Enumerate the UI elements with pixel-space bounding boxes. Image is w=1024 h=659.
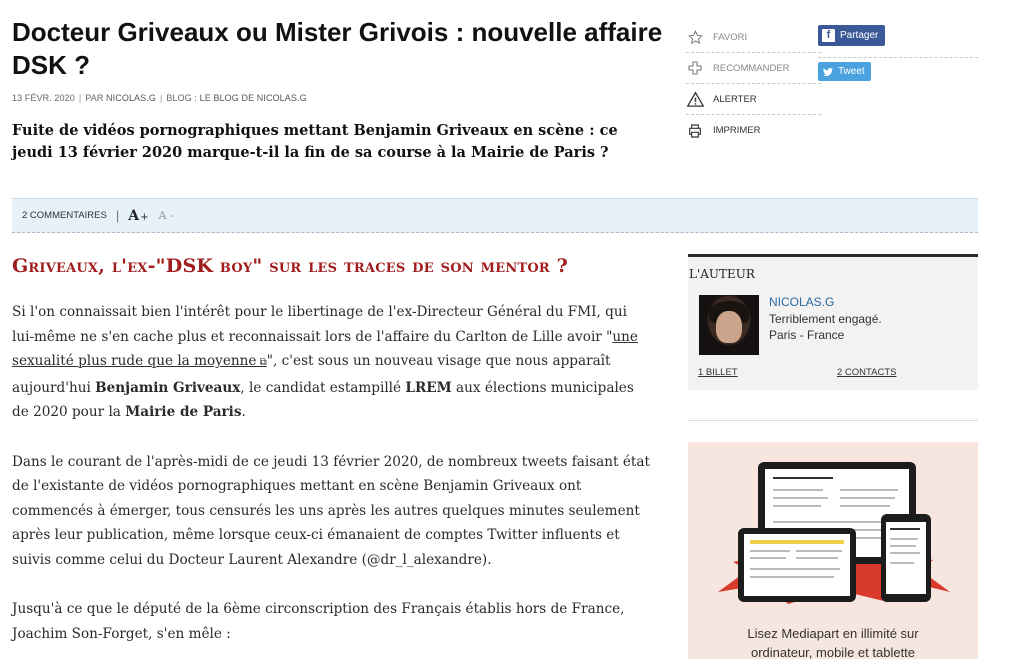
font-increase-button[interactable]: A+ xyxy=(128,208,148,224)
sidebar-divider xyxy=(688,420,978,421)
social-buttons: f Partager Tweet xyxy=(818,24,978,92)
article-title: Docteur Griveaux ou Mister Grivois : nou… xyxy=(12,17,663,80)
twitter-bird-icon xyxy=(823,67,833,76)
star-icon xyxy=(686,28,704,46)
article-date: 13 FÉVR. 2020 xyxy=(12,93,75,103)
recommander-label: RECOMMANDER xyxy=(713,62,790,74)
contacts-link[interactable]: 2 CONTACTS xyxy=(837,367,896,378)
imprimer-label: IMPRIMER xyxy=(713,125,761,136)
bar-separator: | xyxy=(115,208,120,223)
paragraph-1: Si l'on connaissait bien l'intérêt pour … xyxy=(12,304,638,420)
recommander-button[interactable]: RECOMMANDER xyxy=(686,53,821,84)
twitter-row: Tweet xyxy=(818,58,978,92)
alerter-button[interactable]: ALERTER xyxy=(686,84,821,115)
font-decrease-button[interactable]: A - xyxy=(158,209,173,222)
author-name-link[interactable]: NICOLAS.G xyxy=(769,295,834,309)
comments-link[interactable]: 2 COMMENTAIRES xyxy=(22,210,107,221)
favori-label: FAVORI xyxy=(713,31,748,43)
author-tagline: Terriblement engagé. xyxy=(769,312,882,326)
article-lede: Fuite de vidéos pornographiques mettant … xyxy=(12,122,618,161)
tablet-illustration xyxy=(738,528,856,602)
facebook-icon: f xyxy=(822,29,835,42)
article-page: Docteur Griveaux ou Mister Grivois : nou… xyxy=(0,0,1024,659)
author-link[interactable]: NICOLAS.G xyxy=(106,93,156,103)
printer-icon xyxy=(686,122,704,140)
author-box: L'AUTEUR NICOLAS.G Terriblement engagé. … xyxy=(688,254,978,390)
article-body: Si l'on connaissait bien l'intérêt pour … xyxy=(12,300,652,646)
warning-icon xyxy=(686,90,704,108)
author-location: Paris - France xyxy=(769,328,845,342)
author-box-heading: L'AUTEUR xyxy=(689,267,755,281)
paragraph-2: Dans le courant de l'après-midi de ce je… xyxy=(12,453,650,568)
article-meta: 13 FÉVR. 2020 | PAR NICOLAS.G | BLOG : LE BL… xyxy=(12,93,307,103)
avatar[interactable] xyxy=(699,295,759,355)
alerter-label: ALERTER xyxy=(713,93,757,105)
facebook-row: f Partager xyxy=(818,24,978,58)
facebook-share-button[interactable]: f Partager xyxy=(818,25,886,46)
phone-illustration xyxy=(881,514,931,602)
article-actions: FAVORI RECOMMANDER ALERTER IMPRIMER xyxy=(686,22,821,146)
tweet-button[interactable]: Tweet xyxy=(818,62,871,81)
article-subheading: Griveaux, l'ex-"DSK boy" sur les traces … xyxy=(12,255,569,277)
by-prefix: PAR xyxy=(85,93,104,103)
facebook-label: Partager xyxy=(840,30,879,41)
tweet-label: Tweet xyxy=(838,66,865,77)
mediapart-promo[interactable]: Lisez Mediapart en illimité sur ordinate… xyxy=(688,442,978,659)
external-link-icon: ⧉ xyxy=(256,357,267,368)
billets-link[interactable]: 1 BILLET xyxy=(698,367,738,378)
paragraph-3: Jusqu'à ce que le député de la 6ème circ… xyxy=(12,601,625,642)
blog-link[interactable]: LE BLOG DE NICOLAS.G xyxy=(200,93,307,103)
promo-text: Lisez Mediapart en illimité sur ordinate… xyxy=(747,626,919,659)
favori-button[interactable]: FAVORI xyxy=(686,22,821,53)
blog-prefix: BLOG : xyxy=(166,93,198,103)
imprimer-button[interactable]: IMPRIMER xyxy=(686,115,821,146)
comments-bar: 2 COMMENTAIRES | A+ A - xyxy=(12,198,978,233)
plus-outline-icon xyxy=(686,59,704,77)
